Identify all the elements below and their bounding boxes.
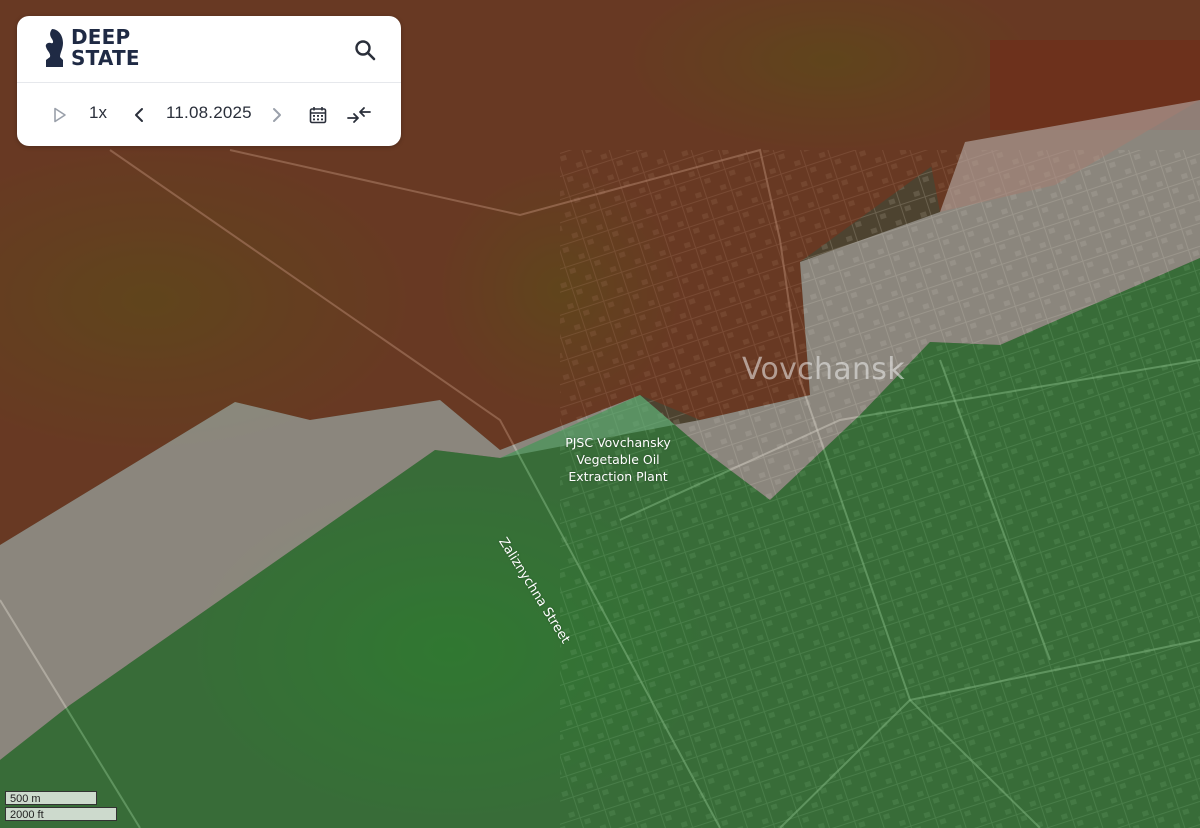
control-panel: DEEP STATE 1x 11.08.2025 bbox=[17, 16, 401, 146]
chevron-right-icon bbox=[273, 108, 281, 122]
collapse-button[interactable] bbox=[346, 103, 372, 127]
scale-bar-metric: 500 m bbox=[5, 791, 97, 805]
scale-imperial-label: 2000 ft bbox=[5, 807, 117, 821]
city-label: Vovchansk bbox=[742, 352, 905, 387]
next-date-button[interactable] bbox=[269, 105, 285, 125]
panel-header: DEEP STATE bbox=[17, 16, 401, 83]
timeline-controls: 1x 11.08.2025 bbox=[17, 83, 401, 146]
play-button[interactable] bbox=[51, 105, 69, 125]
chevron-left-icon bbox=[135, 108, 143, 122]
plant-label-line: Extraction Plant bbox=[568, 469, 668, 484]
plant-label-line: PJSC Vovchansky bbox=[565, 435, 671, 450]
knight-logo-icon bbox=[45, 29, 63, 67]
logo-line: DEEP bbox=[71, 25, 131, 49]
calendar-button[interactable] bbox=[308, 104, 328, 126]
previous-date-button[interactable] bbox=[131, 105, 147, 125]
deepstate-logo[interactable]: DEEP STATE bbox=[43, 27, 140, 69]
logo-text: DEEP STATE bbox=[71, 27, 140, 69]
date-display[interactable]: 11.08.2025 bbox=[166, 103, 252, 123]
plant-label-line: Vegetable Oil bbox=[576, 452, 660, 467]
scale-metric-label: 500 m bbox=[5, 791, 97, 805]
collapse-arrows-icon bbox=[347, 107, 371, 123]
scale-bar-imperial: 2000 ft bbox=[5, 807, 117, 821]
search-icon bbox=[355, 40, 376, 61]
logo-line: STATE bbox=[71, 46, 140, 70]
calendar-icon bbox=[309, 107, 327, 124]
plant-label: PJSC Vovchansky Vegetable Oil Extraction… bbox=[548, 434, 688, 485]
speed-button[interactable]: 1x bbox=[89, 103, 107, 123]
search-button[interactable] bbox=[353, 38, 377, 62]
play-icon bbox=[54, 107, 66, 123]
